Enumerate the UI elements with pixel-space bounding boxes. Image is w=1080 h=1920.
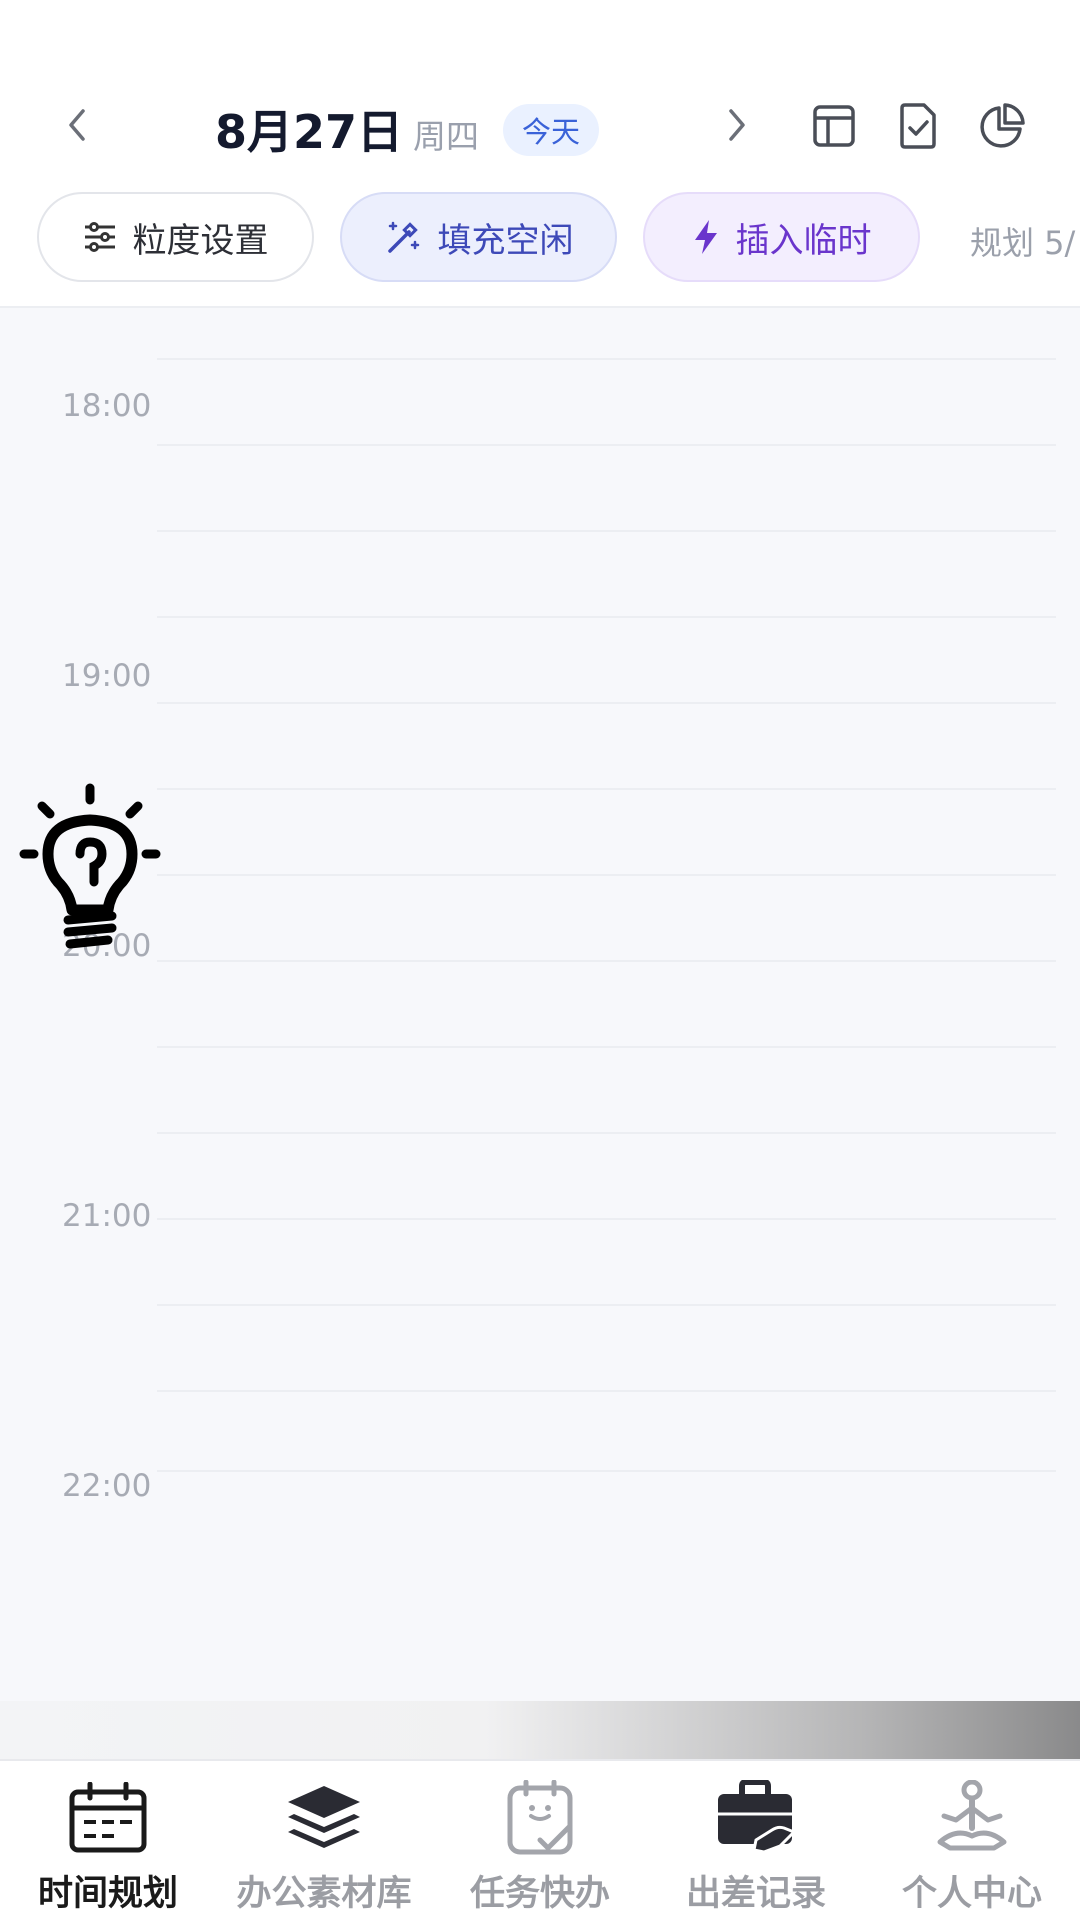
day-timeline[interactable]: 18:00 19:00 20:00 21:00 22:00	[0, 306, 1080, 1701]
chevron-right-icon	[729, 109, 745, 141]
plan-progress-text: 规划 5/	[970, 224, 1076, 262]
timeline-gridline	[157, 702, 1056, 704]
tab-label: 任务快办	[469, 1874, 610, 1914]
tab-personal-center[interactable]: 个人中心	[864, 1761, 1080, 1920]
current-date[interactable]: 8月27日	[215, 96, 403, 162]
timeline-gridline	[157, 1046, 1056, 1048]
next-day-button[interactable]	[706, 95, 766, 155]
fill-idle-button[interactable]: 填充空闲	[340, 192, 617, 282]
timeline-gridline	[157, 1470, 1056, 1472]
insert-temporary-label: 插入临时	[735, 220, 872, 261]
weekday-label: 周四	[413, 117, 479, 156]
timeline-gridline	[157, 1132, 1056, 1134]
gradient-divider	[0, 1701, 1080, 1759]
tab-office-materials[interactable]: 办公素材库	[216, 1761, 432, 1920]
chevron-left-icon	[69, 109, 85, 141]
hour-label: 22:00	[62, 1468, 152, 1504]
hour-label: 18:00	[62, 388, 152, 424]
sliders-icon	[84, 222, 115, 252]
insert-temporary-button[interactable]: 插入临时	[643, 192, 920, 282]
lightning-icon	[694, 220, 717, 254]
date-header: 8月27日 周四 今天	[0, 0, 1080, 170]
tab-quick-tasks[interactable]: 任务快办	[432, 1761, 648, 1920]
timeline-gridline	[157, 788, 1056, 790]
lightbulb-icon	[19, 783, 161, 949]
tab-business-trips[interactable]: 出差记录	[648, 1761, 864, 1920]
action-toolbar: 粒度设置 填充空闲 插入临时 规划 5/	[0, 190, 1080, 290]
timeline-gridline	[157, 1390, 1056, 1392]
previous-day-button[interactable]	[48, 95, 108, 155]
statistics-button[interactable]	[975, 99, 1029, 153]
briefcase-icon	[718, 1780, 797, 1854]
meditation-icon	[937, 1780, 1007, 1851]
clipboard-check-icon	[507, 1780, 573, 1855]
tips-button[interactable]	[18, 782, 162, 954]
hour-label: 21:00	[62, 1198, 152, 1234]
timeline-gridline	[157, 616, 1056, 618]
layers-icon	[288, 1786, 360, 1848]
timeline-gridline	[157, 1218, 1056, 1220]
pie-chart-icon	[980, 103, 1025, 148]
timeline-gridline	[157, 444, 1056, 446]
tab-label: 时间规划	[37, 1874, 178, 1914]
layout-icon	[813, 105, 855, 147]
timeline-gridline	[157, 1304, 1056, 1306]
document-check-icon	[900, 103, 936, 149]
timeline-gridline	[157, 960, 1056, 962]
calendar-icon	[69, 1782, 147, 1853]
tab-label: 出差记录	[685, 1874, 826, 1914]
hour-label: 19:00	[62, 658, 152, 694]
fill-idle-label: 填充空闲	[437, 220, 574, 261]
granularity-settings-label: 粒度设置	[132, 220, 269, 261]
tab-label: 个人中心	[901, 1874, 1042, 1914]
layout-view-button[interactable]	[807, 99, 861, 153]
timeline-gridline	[157, 530, 1056, 532]
bottom-tab-bar: 时间规划 办公素材库 任务快办 出差记录 个人中心	[0, 1759, 1080, 1920]
today-button[interactable]: 今天	[503, 104, 599, 156]
tab-label: 办公素材库	[236, 1874, 412, 1914]
tab-time-planning[interactable]: 时间规划	[0, 1761, 216, 1920]
timeline-gridline	[157, 874, 1056, 876]
granularity-settings-button[interactable]: 粒度设置	[37, 192, 314, 282]
timeline-gridline	[157, 358, 1056, 360]
magic-wand-icon	[387, 221, 419, 253]
time-planning-screen: 8月27日 周四 今天 粒度设置 填充空闲 插入临时 规划 5/ 18:00 1…	[0, 0, 1080, 1920]
task-check-button[interactable]	[891, 99, 945, 153]
